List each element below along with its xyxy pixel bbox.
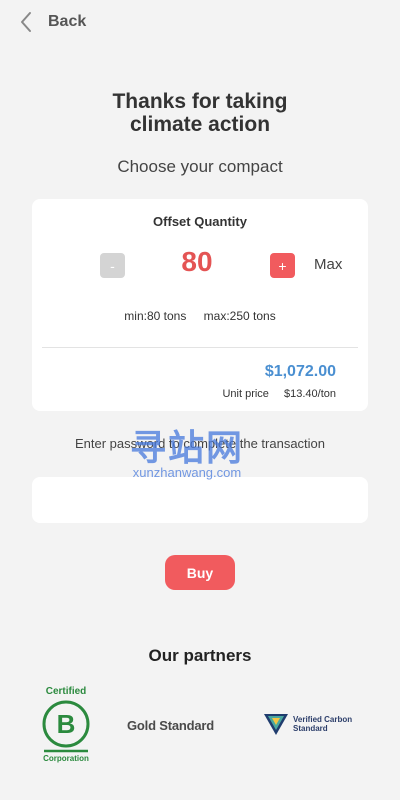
quantity-range: min:80 tons max:250 tons: [32, 309, 368, 323]
increase-quantity-button[interactable]: +: [270, 253, 295, 278]
max-button[interactable]: Max: [314, 256, 342, 273]
back-label: Back: [48, 13, 87, 30]
max-quantity-text: max:250 tons: [203, 309, 276, 323]
chevron-left-icon: [21, 12, 31, 32]
buy-button[interactable]: Buy: [165, 555, 235, 590]
bcorp-certified-text: Certified: [45, 686, 87, 697]
bcorp-mark-icon: B: [42, 700, 90, 753]
bcorp-corporation-text: Corporation: [43, 754, 89, 763]
back-button[interactable]: Back: [18, 10, 86, 34]
total-price: $1,072.00: [264, 363, 336, 380]
page-title-line2: climate action: [129, 113, 271, 136]
bcorp-letter: B: [57, 709, 76, 739]
gold-standard-logo: Gold Standard: [127, 718, 214, 733]
partners-title: Our partners: [148, 646, 252, 665]
unit-price-row: Unit price $13.40/ton: [222, 388, 336, 400]
offset-quantity-label: Offset Quantity: [153, 214, 247, 229]
password-input[interactable]: [32, 477, 368, 523]
vcs-line1: Verified Carbon: [293, 715, 353, 724]
password-label: Enter password to complete the transacti…: [74, 436, 326, 451]
vcs-text: Verified Carbon Standard: [293, 715, 357, 733]
page-title: Thanks for taking climate action: [0, 90, 400, 136]
page-subtitle: Choose your compact: [117, 157, 283, 176]
verified-carbon-standard-logo: Verified Carbon Standard: [263, 712, 357, 736]
card-divider: [42, 347, 358, 348]
vcs-mark-icon: [264, 714, 288, 735]
quantity-value[interactable]: 80: [162, 246, 232, 278]
offset-card: Offset Quantity - 80 + Max min:80 tons m…: [32, 199, 368, 411]
app-screen: Back Thanks for taking climate action Ch…: [0, 0, 400, 800]
unit-price-label: Unit price: [222, 388, 269, 400]
bcorp-logo: Certified B Corporation: [38, 686, 94, 766]
vcs-line2: Standard: [293, 724, 328, 733]
decrease-quantity-button[interactable]: -: [100, 253, 125, 278]
page-title-line1: Thanks for taking: [112, 90, 288, 113]
unit-price-value: $13.40/ton: [284, 388, 336, 400]
min-quantity-text: min:80 tons: [124, 309, 187, 323]
